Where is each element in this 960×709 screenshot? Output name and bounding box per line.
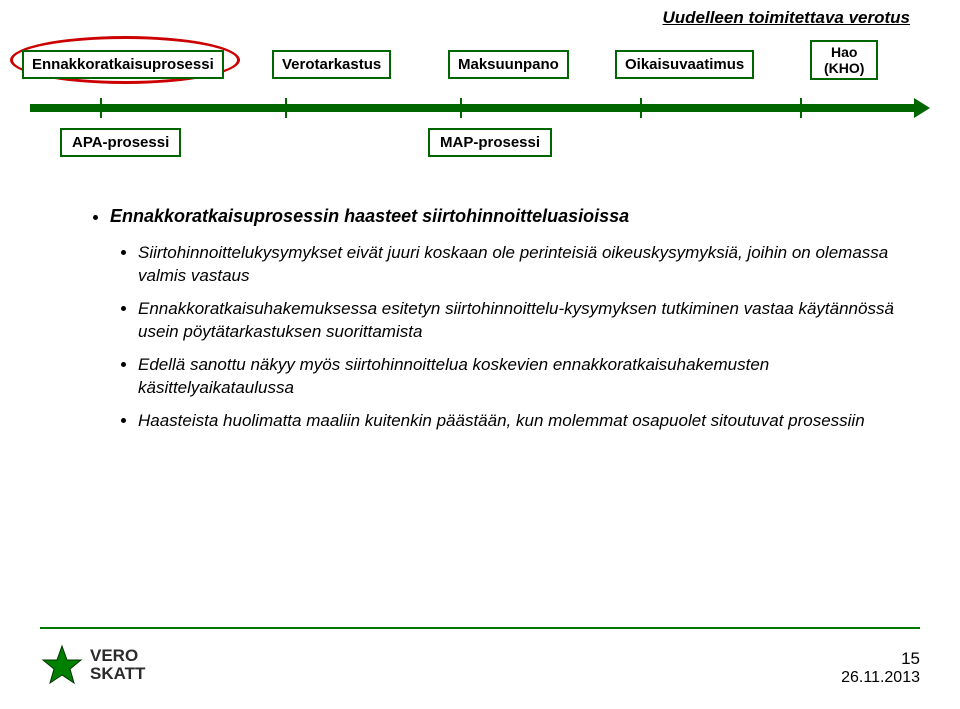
vero-skatt-logo: VERO SKATT bbox=[40, 643, 178, 687]
timeline-tick bbox=[100, 98, 102, 118]
header-right-text: Uudelleen toimitettava verotus bbox=[662, 8, 910, 28]
subprocess-box-map: MAP-prosessi bbox=[428, 128, 552, 157]
process-row: Ennakkoratkaisuprosessi Verotarkastus Ma… bbox=[40, 50, 920, 100]
content-bullet: Ennakkoratkaisuhakemuksessa esitetyn sii… bbox=[138, 298, 920, 344]
subprocess-label: MAP-prosessi bbox=[440, 134, 540, 151]
subprocess-box-apa: APA-prosessi bbox=[60, 128, 181, 157]
footer-right: 15 26.11.2013 bbox=[841, 649, 920, 687]
process-label: Ennakkoratkaisuprosessi bbox=[32, 56, 214, 73]
process-box-hao-kho: Hao (KHO) bbox=[810, 40, 878, 80]
process-label: Verotarkastus bbox=[282, 56, 381, 73]
content-title: Ennakkoratkaisuprosessin haasteet siirto… bbox=[110, 206, 629, 226]
process-box-oikaisuvaatimus: Oikaisuvaatimus bbox=[615, 50, 754, 79]
arrow-shaft bbox=[30, 104, 916, 112]
logo-icon bbox=[40, 643, 84, 687]
process-label-line2: (KHO) bbox=[824, 60, 864, 76]
logo-text: VERO SKATT bbox=[90, 645, 178, 685]
content-bullet: Haasteista huolimatta maaliin kuitenkin … bbox=[138, 410, 920, 433]
page-number: 15 bbox=[841, 649, 920, 669]
process-box-verotarkastus: Verotarkastus bbox=[272, 50, 391, 79]
content-bullet: Edellä sanottu näkyy myös siirtohinnoitt… bbox=[138, 354, 920, 400]
timeline-tick bbox=[800, 98, 802, 118]
slide-page: Uudelleen toimitettava verotus Ennakkora… bbox=[0, 0, 960, 709]
arrow-head-icon bbox=[914, 98, 930, 118]
process-label: Maksuunpano bbox=[458, 56, 559, 73]
timeline-tick bbox=[285, 98, 287, 118]
svg-text:SKATT: SKATT bbox=[90, 664, 146, 683]
process-box-maksuunpano: Maksuunpano bbox=[448, 50, 569, 79]
process-label: Oikaisuvaatimus bbox=[625, 56, 744, 73]
subprocess-label: APA-prosessi bbox=[72, 134, 169, 151]
content-bullet: Siirtohinnoittelukysymykset eivät juuri … bbox=[138, 242, 920, 288]
timeline-tick bbox=[640, 98, 642, 118]
timeline-tick bbox=[460, 98, 462, 118]
process-label-line1: Hao bbox=[824, 44, 864, 60]
timeline-arrow bbox=[30, 100, 930, 116]
footer: VERO SKATT 15 26.11.2013 bbox=[40, 627, 920, 687]
content-title-bullet: Ennakkoratkaisuprosessin haasteet siirto… bbox=[110, 204, 920, 433]
footer-date: 26.11.2013 bbox=[841, 669, 920, 687]
content-area: Ennakkoratkaisuprosessin haasteet siirto… bbox=[40, 204, 920, 433]
subprocess-row: APA-prosessi MAP-prosessi bbox=[40, 128, 920, 168]
process-box-ennakkoratkaisu: Ennakkoratkaisuprosessi bbox=[22, 50, 224, 79]
svg-text:VERO: VERO bbox=[90, 646, 138, 665]
